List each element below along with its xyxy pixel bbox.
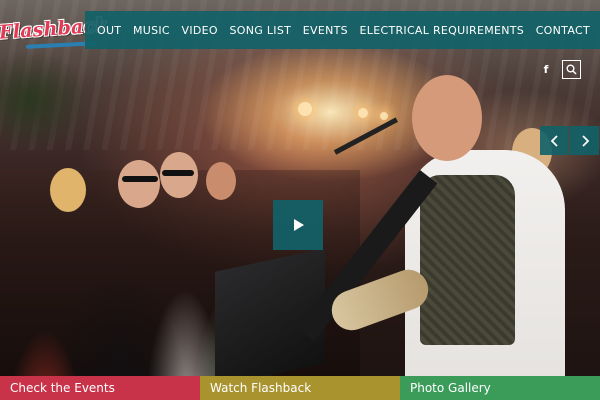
slider-prev-button[interactable] — [540, 126, 569, 155]
photo-gallery-button[interactable]: Photo Gallery — [400, 376, 600, 400]
stage-light — [298, 102, 312, 116]
social-bar: f — [540, 58, 584, 80]
guest-head — [50, 168, 86, 212]
nav-item-contact[interactable]: CONTACT — [536, 24, 590, 37]
stage-light — [358, 108, 368, 118]
nav-item-music[interactable]: MUSIC — [133, 24, 170, 37]
play-video-button[interactable] — [273, 200, 323, 250]
nav-item-electrical-requirements[interactable]: ELECTRICAL REQUIREMENTS — [360, 24, 525, 37]
nav-item-about[interactable]: OUT — [97, 24, 121, 37]
sunglasses — [162, 170, 194, 176]
search-button[interactable] — [562, 59, 581, 79]
search-icon — [566, 64, 577, 75]
sunglasses — [122, 176, 158, 182]
check-events-button[interactable]: Check the Events — [0, 376, 200, 400]
main-nav: OUT MUSIC VIDEO SONG LIST EVENTS ELECTRI… — [85, 11, 600, 49]
chevron-right-icon — [581, 134, 589, 147]
stage-light — [380, 112, 388, 120]
chevron-left-icon — [550, 134, 558, 147]
check-events-label: Check the Events — [10, 381, 115, 395]
watch-flashback-label: Watch Flashback — [210, 381, 312, 395]
foliage — [0, 40, 90, 160]
play-icon — [294, 219, 304, 231]
guest-head — [118, 160, 160, 208]
slider-next-button[interactable] — [570, 126, 599, 155]
singer-vest — [420, 175, 515, 345]
photo-gallery-label: Photo Gallery — [410, 381, 491, 395]
watch-flashback-button[interactable]: Watch Flashback — [200, 376, 400, 400]
nav-item-video[interactable]: VIDEO — [182, 24, 218, 37]
nav-item-song-list[interactable]: SONG LIST — [229, 24, 291, 37]
nav-item-events[interactable]: EVENTS — [303, 24, 348, 37]
singer-head — [412, 75, 482, 161]
facebook-icon[interactable]: f — [540, 63, 552, 76]
guest-head — [206, 162, 236, 200]
